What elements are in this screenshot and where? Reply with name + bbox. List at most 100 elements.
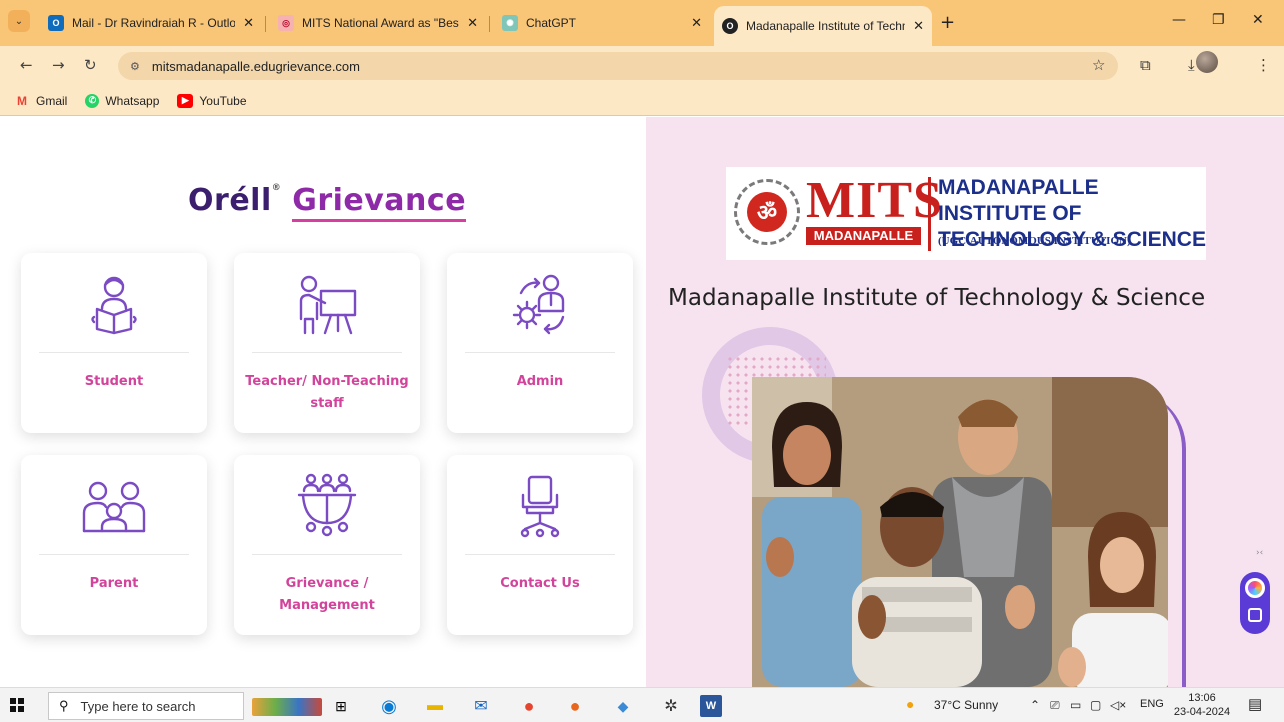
bookmark-youtube[interactable]: ▶ YouTube [177,93,247,108]
collapse-sidebar-icon[interactable]: ›‹ [1256,548,1263,558]
admin-gear-icon [447,271,633,337]
card-contact-us[interactable]: Contact Us [447,455,633,635]
card-student[interactable]: Student [21,253,207,433]
institute-title: Madanapalle Institute of Technology & Sc… [668,285,1206,311]
mits-seal-icon: ॐ [734,179,800,245]
logo-divider [928,177,931,251]
edge-icon[interactable]: ◉ [378,695,400,717]
card-grievance-management[interactable]: Grievance / Management [234,455,420,635]
tab-mail[interactable]: O Mail - Dr Ravindraiah R - Outlo ✕ [40,8,262,38]
award-icon: ◎ [278,15,294,31]
tab-search-button[interactable]: ⌄ [8,10,30,32]
notifications-icon[interactable]: ▤ [1248,695,1262,713]
meet-now-icon[interactable]: ⎚ [1050,698,1060,713]
students-photo [752,377,1168,687]
minimize-button[interactable]: — [1172,12,1186,28]
reload-button[interactable]: ↻ [84,56,97,74]
extensions-icon[interactable]: ⧉ [1140,56,1151,74]
windows-start-icon[interactable] [10,698,24,712]
tab-chatgpt[interactable]: ✺ ChatGPT ✕ [494,8,710,38]
task-view-icon[interactable]: ⊞ [330,695,352,717]
address-bar[interactable]: ⚙ mitsmadanapalle.edugrievance.com [118,52,1118,80]
tab-separator [489,16,490,32]
tab-award[interactable]: ◎ MITS National Award as "Best ✕ [270,8,486,38]
profile-avatar[interactable] [1196,51,1218,73]
file-explorer-icon[interactable]: ▬ [424,695,446,717]
close-tab-icon[interactable]: ✕ [243,15,254,31]
chrome-icon[interactable]: ● [518,695,540,717]
card-admin[interactable]: Admin [447,253,633,433]
windows-taskbar: ⚲ Type here to search ⊞ ◉ ▬ ✉ ● ● ◆ ✲ W … [0,687,1284,722]
card-divider [465,554,615,555]
browser-toolbar: ← → ↻ ⚙ mitsmadanapalle.edugrievance.com… [0,46,1284,86]
forward-button[interactable]: → [52,56,65,74]
bookmark-whatsapp[interactable]: ✆ Whatsapp [85,93,159,108]
logo-mits-text: MITS [806,172,943,229]
logo-autonomous-label: (UGC-AUTONOMOUS INSTITUTION) [938,235,1131,247]
youtube-icon: ▶ [177,93,194,108]
site-icon: O [722,18,738,34]
card-label: Contact Us [500,576,580,591]
tab-strip: ⌄ O Mail - Dr Ravindraiah R - Outlo ✕ ◎ … [0,0,1284,46]
back-button[interactable]: ← [20,56,33,74]
gmail-icon: M [17,93,27,108]
download-icon[interactable]: ⤓ [1188,56,1195,74]
assistant-widget[interactable] [1240,572,1270,634]
site-info-icon[interactable]: ⚙ [130,60,140,73]
card-divider [252,352,402,353]
management-meeting-icon [234,473,420,539]
card-divider [252,554,402,555]
bookmark-gmail[interactable]: M Gmail [14,94,67,108]
card-teacher[interactable]: Teacher/ Non-Teaching staff [234,253,420,433]
card-label: Admin [516,374,564,389]
card-label: Teacher/ Non-Teaching staff [245,374,409,411]
institute-panel: ॐ MITS MADANAPALLE MADANAPALLE INSTITUTE… [646,117,1284,687]
restore-button[interactable]: ❐ [1212,12,1225,28]
mits-logo: ॐ MITS MADANAPALLE MADANAPALLE INSTITUTE… [726,167,1206,260]
close-window-button[interactable]: ✕ [1252,12,1264,28]
assistant-orb-icon [1245,578,1265,598]
language-indicator[interactable]: ENG [1140,698,1164,710]
page-content: Oréll® Grievance Student Teacher/ Non-Te… [0,117,1284,687]
books-widget-icon[interactable] [252,698,322,716]
office-chair-icon [447,473,633,539]
taskbar-search[interactable]: ⚲ Type here to search [48,692,244,720]
clock[interactable]: 13:06 23-04-2024 [1172,691,1232,719]
card-parent[interactable]: Parent [21,455,207,635]
logo-mits-subtext: MADANAPALLE [806,227,921,245]
close-tab-icon[interactable]: ✕ [467,15,478,31]
url-text: mitsmadanapalle.edugrievance.com [151,58,360,74]
weather-icon[interactable]: ● [906,696,914,712]
volume-icon[interactable]: ◁× [1110,698,1126,712]
network-icon[interactable]: ▢ [1090,698,1101,712]
card-label: Grievance / Management [279,576,375,613]
mail-app-icon[interactable]: ✉ [470,695,492,717]
grievance-panel: Oréll® Grievance Student Teacher/ Non-Te… [0,117,646,687]
firefox-icon[interactable]: ● [564,695,586,717]
bookmark-star-icon[interactable]: ☆ [1092,56,1105,74]
search-icon: ⚲ [59,698,69,713]
chatgpt-icon: ✺ [502,15,518,31]
orell-grievance-logo[interactable]: Oréll® Grievance [188,183,467,222]
menu-kebab-icon[interactable]: ⋮ [1256,56,1271,74]
card-label: Parent [89,576,139,591]
word-icon[interactable]: W [700,695,722,717]
brand-grievance: Grievance [292,183,467,222]
outlook-icon: O [48,15,64,31]
settings-icon[interactable]: ✲ [660,695,682,717]
weather-text[interactable]: 37°C Sunny [934,698,998,712]
tab-separator [265,16,266,32]
new-tab-button[interactable]: + [940,12,955,33]
teams-icon[interactable]: ◆ [612,695,634,717]
teacher-board-icon [234,271,420,337]
close-tab-icon[interactable]: ✕ [691,15,702,31]
student-reading-icon [21,271,207,337]
close-tab-icon[interactable]: ✕ [913,18,924,34]
tab-madanapalle[interactable]: O Madanapalle Institute of Techn ✕ [714,6,932,46]
whatsapp-icon: ✆ [85,93,100,108]
card-divider [39,352,189,353]
show-hidden-icons-icon[interactable]: ⌃ [1030,698,1040,712]
card-divider [39,554,189,555]
assistant-screenshot-icon [1248,608,1262,622]
battery-icon[interactable]: ▭ [1070,698,1081,712]
